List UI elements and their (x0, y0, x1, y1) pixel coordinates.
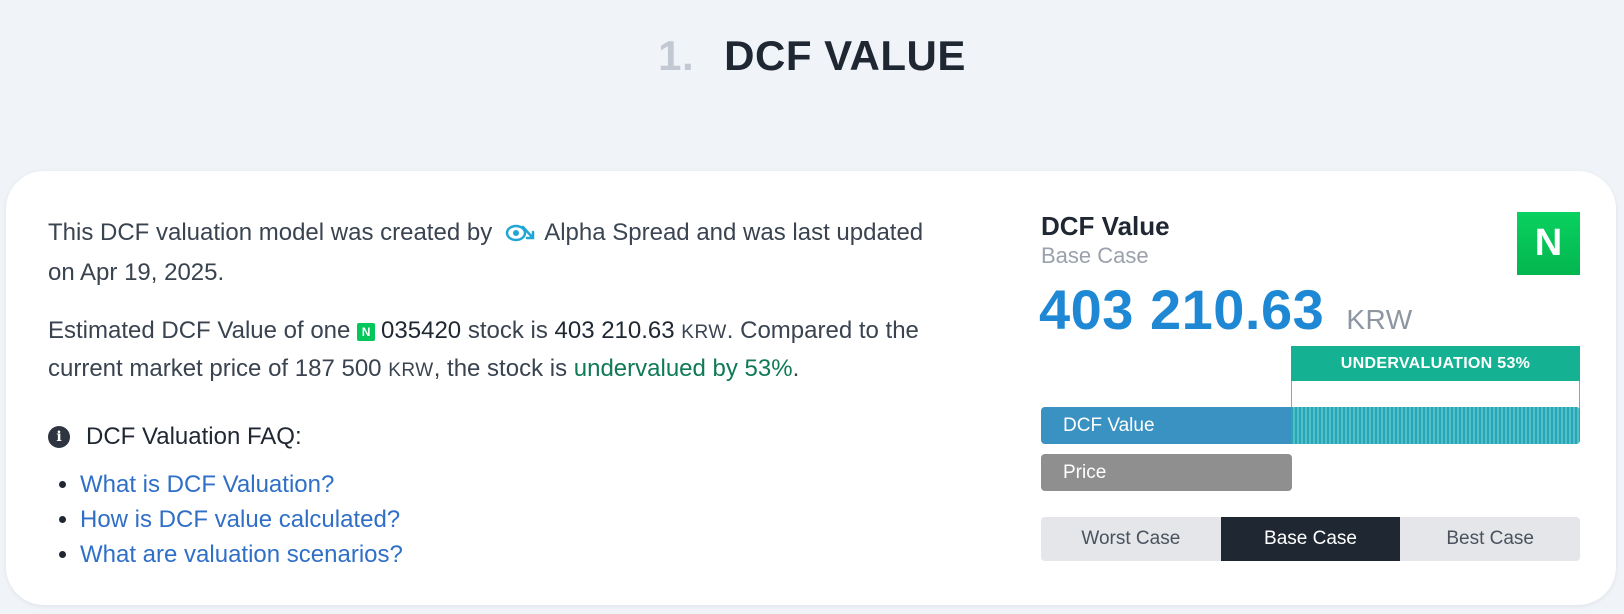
faq-heading: i DCF Valuation FAQ: (48, 423, 948, 451)
undervaluation-badge: UNDERVALUATION 53% (1291, 346, 1580, 381)
faq-item: What are valuation scenarios? (80, 537, 948, 572)
dcf-card: This DCF valuation model was created by … (6, 171, 1616, 605)
intro-text: This DCF valuation model was created by (48, 219, 493, 246)
alpha-spread-logo-icon (505, 219, 535, 255)
faq-heading-text: DCF Valuation FAQ: (86, 423, 302, 450)
section-heading: DCF VALUE (724, 32, 966, 79)
tab-worst-case[interactable]: Worst Case (1041, 517, 1221, 561)
faq-item: How is DCF value calculated? (80, 502, 948, 537)
price-currency: KRW (388, 360, 434, 381)
scenario-selector: Worst Case Base Case Best Case (1041, 517, 1580, 561)
dcf-value-bar: DCF Value (1041, 407, 1580, 444)
faq-list: What is DCF Valuation? How is DCF value … (48, 467, 948, 572)
description-column: This DCF valuation model was created by … (48, 215, 948, 572)
estimated-value: 403 210.63 (554, 317, 675, 344)
valuation-verdict: undervalued by 53% (573, 355, 793, 382)
tab-best-case[interactable]: Best Case (1400, 517, 1580, 561)
dcf-value-number: 403 210.63 (1039, 278, 1325, 341)
estimate-end: . (792, 355, 800, 382)
faq-link-how-calculated[interactable]: How is DCF value calculated? (80, 506, 400, 533)
panel-subtitle: Base Case (1041, 243, 1149, 268)
panel-title: DCF Value (1041, 211, 1170, 241)
price-bar-label: Price (1063, 462, 1107, 483)
dcf-value-panel: DCF Value Base Case N 403 210.63 KRW UND… (1039, 211, 1580, 581)
ticker: 035420 (381, 317, 462, 344)
dcf-value-display: 403 210.63 KRW (1039, 277, 1413, 342)
section-title: 1. DCF VALUE (0, 32, 1624, 80)
estimate-suffix: , the stock is (433, 355, 568, 382)
market-price: 187 500 (294, 355, 382, 382)
intro-paragraph: This DCF valuation model was created by … (48, 215, 948, 291)
naver-logo-icon: N (357, 323, 376, 341)
estimate-prefix: Estimated DCF Value of one (48, 317, 351, 344)
dcf-bar-label: DCF Value (1063, 415, 1155, 436)
faq-link-scenarios[interactable]: What are valuation scenarios? (80, 541, 403, 568)
faq-link-what-is-dcf[interactable]: What is DCF Valuation? (80, 471, 334, 498)
estimate-paragraph: Estimated DCF Value of one N 035420 stock… (48, 313, 948, 389)
naver-logo-icon: N (1517, 212, 1580, 275)
undervaluation-segment (1291, 407, 1580, 444)
last-updated-date: Apr 19, 2025. (80, 259, 225, 286)
info-icon: i (48, 426, 70, 448)
price-bar: Price (1041, 454, 1292, 491)
estimate-currency: KRW (681, 322, 727, 343)
brand-name: Alpha Spread (544, 219, 690, 246)
section-number: 1. (658, 32, 695, 79)
estimate-mid: stock is (467, 317, 548, 344)
tab-base-case[interactable]: Base Case (1220, 517, 1401, 561)
dcf-value-currency: KRW (1346, 304, 1413, 335)
faq-item: What is DCF Valuation? (80, 467, 948, 502)
